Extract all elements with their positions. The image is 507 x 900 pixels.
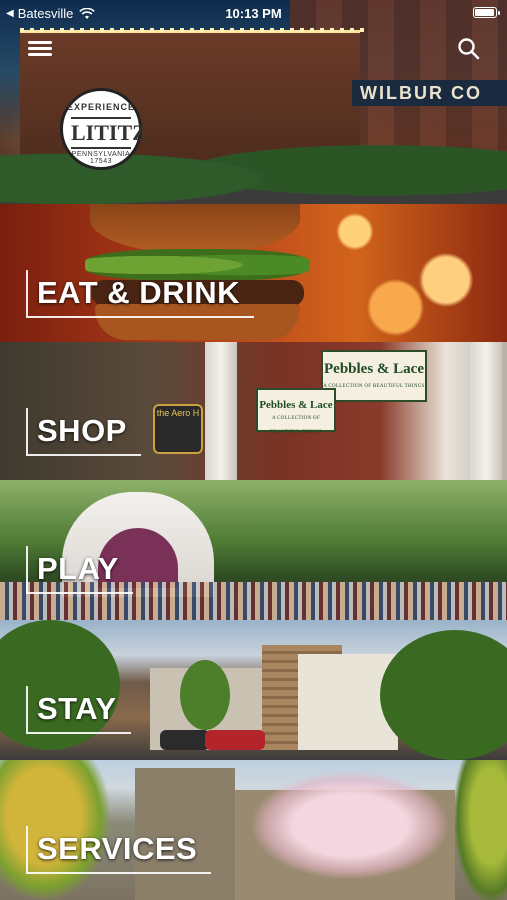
logo-name: LITITZ xyxy=(71,117,147,149)
logo-bottom-text: PENNSYLVANIA 17543 xyxy=(71,151,131,165)
hamburger-line xyxy=(28,47,52,50)
string-lights xyxy=(20,28,370,32)
storefront-column xyxy=(205,342,237,480)
hanging-shop-sign: the Aero H xyxy=(153,404,203,454)
pebbles-lace-tagline: A COLLECTION OF BEAUTIFUL THINGS xyxy=(323,384,425,389)
hamburger-line xyxy=(28,53,52,56)
category-label-shop: SHOP xyxy=(26,408,141,456)
logo-top-text: EXPERIENCE xyxy=(66,102,136,112)
tree xyxy=(180,660,230,730)
pebbles-lace-sign-main: Pebbles & Lace A COLLECTION OF BEAUTIFUL… xyxy=(321,350,427,402)
tree xyxy=(380,630,507,760)
category-tile-stay[interactable]: STAY xyxy=(0,620,507,760)
pebbles-lace-sign-text: Pebbles & Lace xyxy=(259,399,333,411)
pebbles-lace-sign-text: Pebbles & Lace xyxy=(324,361,424,377)
category-tile-shop[interactable]: the Aero H Pebbles & Lace A COLLECTION O… xyxy=(0,342,507,480)
parked-car xyxy=(160,730,210,750)
wilbur-sign: WILBUR CO xyxy=(352,80,507,106)
search-icon xyxy=(458,38,480,60)
status-bar: ◀ Batesville 10:13 PM xyxy=(0,0,507,26)
home-screen: WILBUR CO EXPERIENCE LITITZ PENNSYLVANIA… xyxy=(0,0,507,900)
status-time: 10:13 PM xyxy=(225,6,282,21)
storefront-column xyxy=(470,342,502,480)
experience-lititz-logo: EXPERIENCE LITITZ PENNSYLVANIA 17543 xyxy=(60,88,147,170)
pebbles-lace-sign-secondary: Pebbles & Lace A COLLECTION OF BEAUTIFUL… xyxy=(256,388,336,435)
category-tile-eat-drink[interactable]: EAT & DRINK xyxy=(0,204,507,342)
autumn-tree xyxy=(455,760,507,900)
category-tile-play[interactable]: PLAY xyxy=(0,480,507,620)
category-tile-services[interactable]: SERVICES xyxy=(0,760,507,900)
category-label-play: PLAY xyxy=(26,546,133,594)
menu-button[interactable] xyxy=(28,38,52,58)
pebbles-lace-tagline: A COLLECTION OF BEAUTIFUL THINGS xyxy=(270,416,322,435)
category-label-stay: STAY xyxy=(26,686,131,734)
hamburger-menu-icon xyxy=(28,41,52,44)
search-button[interactable] xyxy=(456,36,482,62)
blossom-tree xyxy=(250,770,450,880)
battery-icon xyxy=(473,7,500,18)
category-label-services: SERVICES xyxy=(26,826,212,874)
hero-banner: WILBUR CO EXPERIENCE LITITZ PENNSYLVANIA… xyxy=(0,0,507,204)
burger-bun-top xyxy=(90,204,300,254)
category-label-eat-drink: EAT & DRINK xyxy=(26,270,254,318)
parked-car xyxy=(205,730,265,750)
